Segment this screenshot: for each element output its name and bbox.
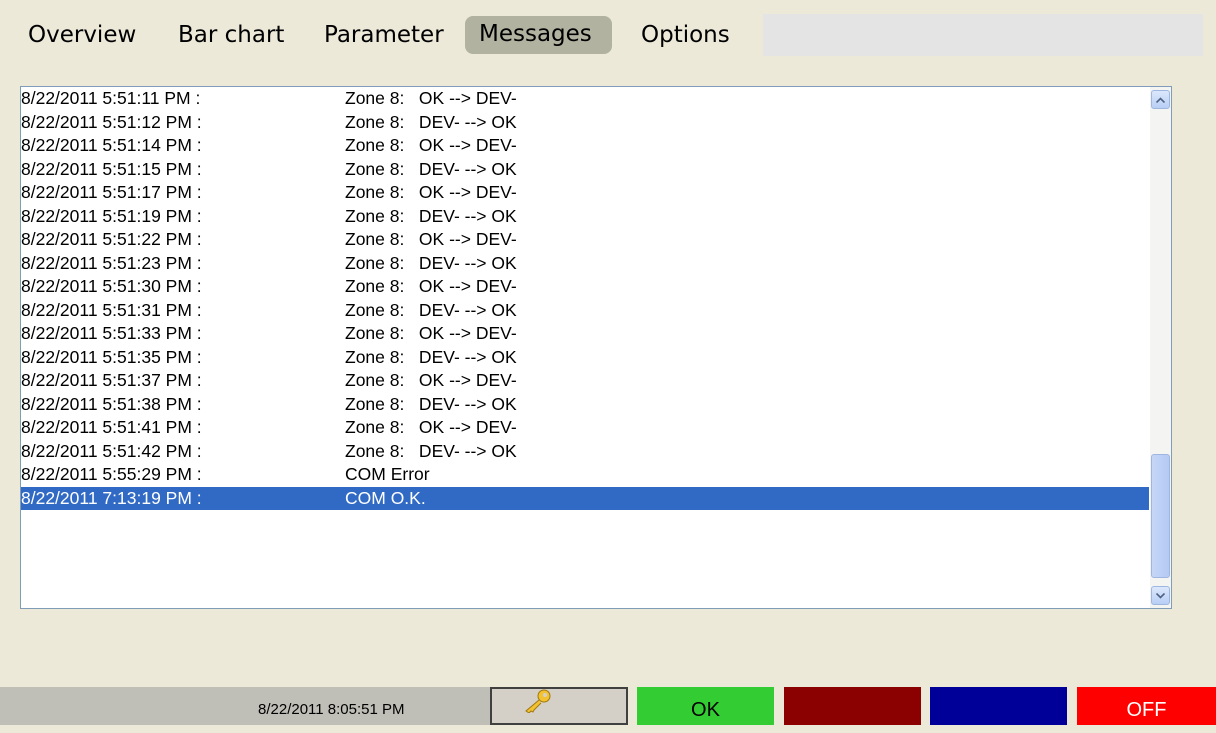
off-button[interactable]: OFF bbox=[1077, 687, 1216, 725]
message-text: Zone 8: DEV- --> OK bbox=[345, 393, 517, 414]
message-row[interactable]: 8/22/2011 5:51:19 PM : Zone 8: DEV- --> O… bbox=[21, 205, 1149, 229]
message-row[interactable]: 8/22/2011 5:51:38 PM : Zone 8: DEV- --> O… bbox=[21, 393, 1149, 417]
scroll-thumb[interactable] bbox=[1151, 454, 1170, 578]
message-text: Zone 8: DEV- --> OK bbox=[345, 252, 517, 273]
tab-messages[interactable]: Messages bbox=[465, 16, 612, 54]
chevron-down-icon bbox=[1156, 592, 1165, 599]
dark-red-button[interactable] bbox=[784, 687, 921, 725]
tab-bar: Overview Bar chart Parameter Messages Op… bbox=[0, 0, 1216, 60]
tab-parameter[interactable]: Parameter bbox=[310, 14, 458, 56]
message-row[interactable]: 8/22/2011 5:55:29 PM : COM Error bbox=[21, 463, 1149, 487]
status-bar: 8/22/2011 8:05:51 PM OK OFF bbox=[0, 687, 1216, 725]
message-text: Zone 8: DEV- --> OK bbox=[345, 299, 517, 320]
message-row[interactable]: 8/22/2011 5:51:23 PM : Zone 8: DEV- --> O… bbox=[21, 252, 1149, 276]
status-panel bbox=[0, 687, 490, 725]
tab-overview[interactable]: Overview bbox=[14, 14, 150, 56]
message-row[interactable]: 8/22/2011 5:51:42 PM : Zone 8: DEV- --> O… bbox=[21, 440, 1149, 464]
message-timestamp: 8/22/2011 5:51:37 PM : bbox=[21, 370, 202, 390]
message-text: Zone 8: DEV- --> OK bbox=[345, 111, 517, 132]
message-row[interactable]: 8/22/2011 5:51:37 PM : Zone 8: OK --> DEV… bbox=[21, 369, 1149, 393]
message-text: Zone 8: OK --> DEV- bbox=[345, 370, 517, 390]
message-timestamp: 8/22/2011 5:51:33 PM : bbox=[21, 323, 202, 343]
message-text: Zone 8: DEV- --> OK bbox=[345, 205, 517, 226]
chevron-up-icon bbox=[1156, 96, 1165, 103]
message-timestamp: 8/22/2011 5:51:12 PM : bbox=[21, 111, 202, 132]
message-row[interactable]: 8/22/2011 5:51:11 PM : Zone 8: OK --> DEV… bbox=[21, 87, 1149, 111]
message-row[interactable]: 8/22/2011 5:51:31 PM : Zone 8: DEV- --> O… bbox=[21, 299, 1149, 323]
message-timestamp: 8/22/2011 5:51:11 PM : bbox=[21, 88, 201, 108]
message-timestamp: 8/22/2011 5:51:30 PM : bbox=[21, 276, 202, 296]
status-clock: 8/22/2011 8:05:51 PM bbox=[258, 701, 405, 718]
message-row[interactable]: 8/22/2011 5:51:17 PM : Zone 8: OK --> DEV… bbox=[21, 181, 1149, 205]
message-list[interactable]: 8/22/2011 5:51:11 PM : Zone 8: OK --> DEV… bbox=[20, 86, 1172, 609]
message-row[interactable]: 8/22/2011 5:51:14 PM : Zone 8: OK --> DEV… bbox=[21, 134, 1149, 158]
message-row[interactable]: 8/22/2011 5:51:35 PM : Zone 8: DEV- --> O… bbox=[21, 346, 1149, 370]
key-icon bbox=[525, 689, 551, 713]
message-timestamp: 8/22/2011 5:51:41 PM : bbox=[21, 417, 202, 437]
message-text: COM O.K. bbox=[345, 487, 426, 508]
message-text: Zone 8: OK --> DEV- bbox=[345, 182, 517, 202]
message-row[interactable]: 8/22/2011 5:51:22 PM : Zone 8: OK --> DEV… bbox=[21, 228, 1149, 252]
login-key-button[interactable] bbox=[490, 687, 628, 725]
message-timestamp: 8/22/2011 5:55:29 PM : bbox=[21, 464, 202, 484]
tab-bar-chart[interactable]: Bar chart bbox=[164, 14, 298, 56]
message-text: Zone 8: OK --> DEV- bbox=[345, 276, 517, 296]
message-timestamp: 8/22/2011 5:51:42 PM : bbox=[21, 440, 202, 461]
message-timestamp: 8/22/2011 5:51:15 PM : bbox=[21, 158, 202, 179]
message-timestamp: 8/22/2011 5:51:17 PM : bbox=[21, 182, 202, 202]
message-timestamp: 8/22/2011 5:51:31 PM : bbox=[21, 299, 202, 320]
message-text: Zone 8: OK --> DEV- bbox=[345, 88, 517, 108]
message-row[interactable]: 8/22/2011 5:51:15 PM : Zone 8: DEV- --> O… bbox=[21, 158, 1149, 182]
message-text: Zone 8: DEV- --> OK bbox=[345, 158, 517, 179]
message-row[interactable]: 8/22/2011 5:51:41 PM : Zone 8: OK --> DEV… bbox=[21, 416, 1149, 440]
message-timestamp: 8/22/2011 5:51:23 PM : bbox=[21, 252, 202, 273]
message-text: Zone 8: OK --> DEV- bbox=[345, 229, 517, 249]
tab-strip-background bbox=[763, 14, 1203, 56]
blue-button[interactable] bbox=[930, 687, 1067, 725]
message-text: Zone 8: OK --> DEV- bbox=[345, 323, 517, 343]
ok-button[interactable]: OK bbox=[637, 687, 774, 725]
message-row[interactable]: 8/22/2011 5:51:30 PM : Zone 8: OK --> DEV… bbox=[21, 275, 1149, 299]
tab-options[interactable]: Options bbox=[627, 14, 744, 56]
message-text: Zone 8: DEV- --> OK bbox=[345, 440, 517, 461]
scroll-down-button[interactable] bbox=[1151, 586, 1170, 605]
scroll-up-button[interactable] bbox=[1151, 90, 1170, 109]
message-text: Zone 8: DEV- --> OK bbox=[345, 346, 517, 367]
message-text: Zone 8: OK --> DEV- bbox=[345, 135, 517, 155]
message-text: COM Error bbox=[345, 464, 430, 484]
message-timestamp: 8/22/2011 5:51:14 PM : bbox=[21, 135, 202, 155]
message-timestamp: 8/22/2011 5:51:38 PM : bbox=[21, 393, 202, 414]
message-text: Zone 8: OK --> DEV- bbox=[345, 417, 517, 437]
message-timestamp: 8/22/2011 7:13:19 PM : bbox=[21, 487, 202, 508]
message-row[interactable]: 8/22/2011 5:51:12 PM : Zone 8: DEV- --> O… bbox=[21, 111, 1149, 135]
vertical-scrollbar[interactable] bbox=[1150, 87, 1171, 608]
message-timestamp: 8/22/2011 5:51:19 PM : bbox=[21, 205, 202, 226]
message-row[interactable]: 8/22/2011 5:51:33 PM : Zone 8: OK --> DEV… bbox=[21, 322, 1149, 346]
message-timestamp: 8/22/2011 5:51:22 PM : bbox=[21, 229, 202, 249]
message-rows: 8/22/2011 5:51:11 PM : Zone 8: OK --> DEV… bbox=[21, 87, 1149, 510]
message-row[interactable]: 8/22/2011 7:13:19 PM : COM O.K. bbox=[21, 486, 1149, 510]
message-timestamp: 8/22/2011 5:51:35 PM : bbox=[21, 346, 202, 367]
